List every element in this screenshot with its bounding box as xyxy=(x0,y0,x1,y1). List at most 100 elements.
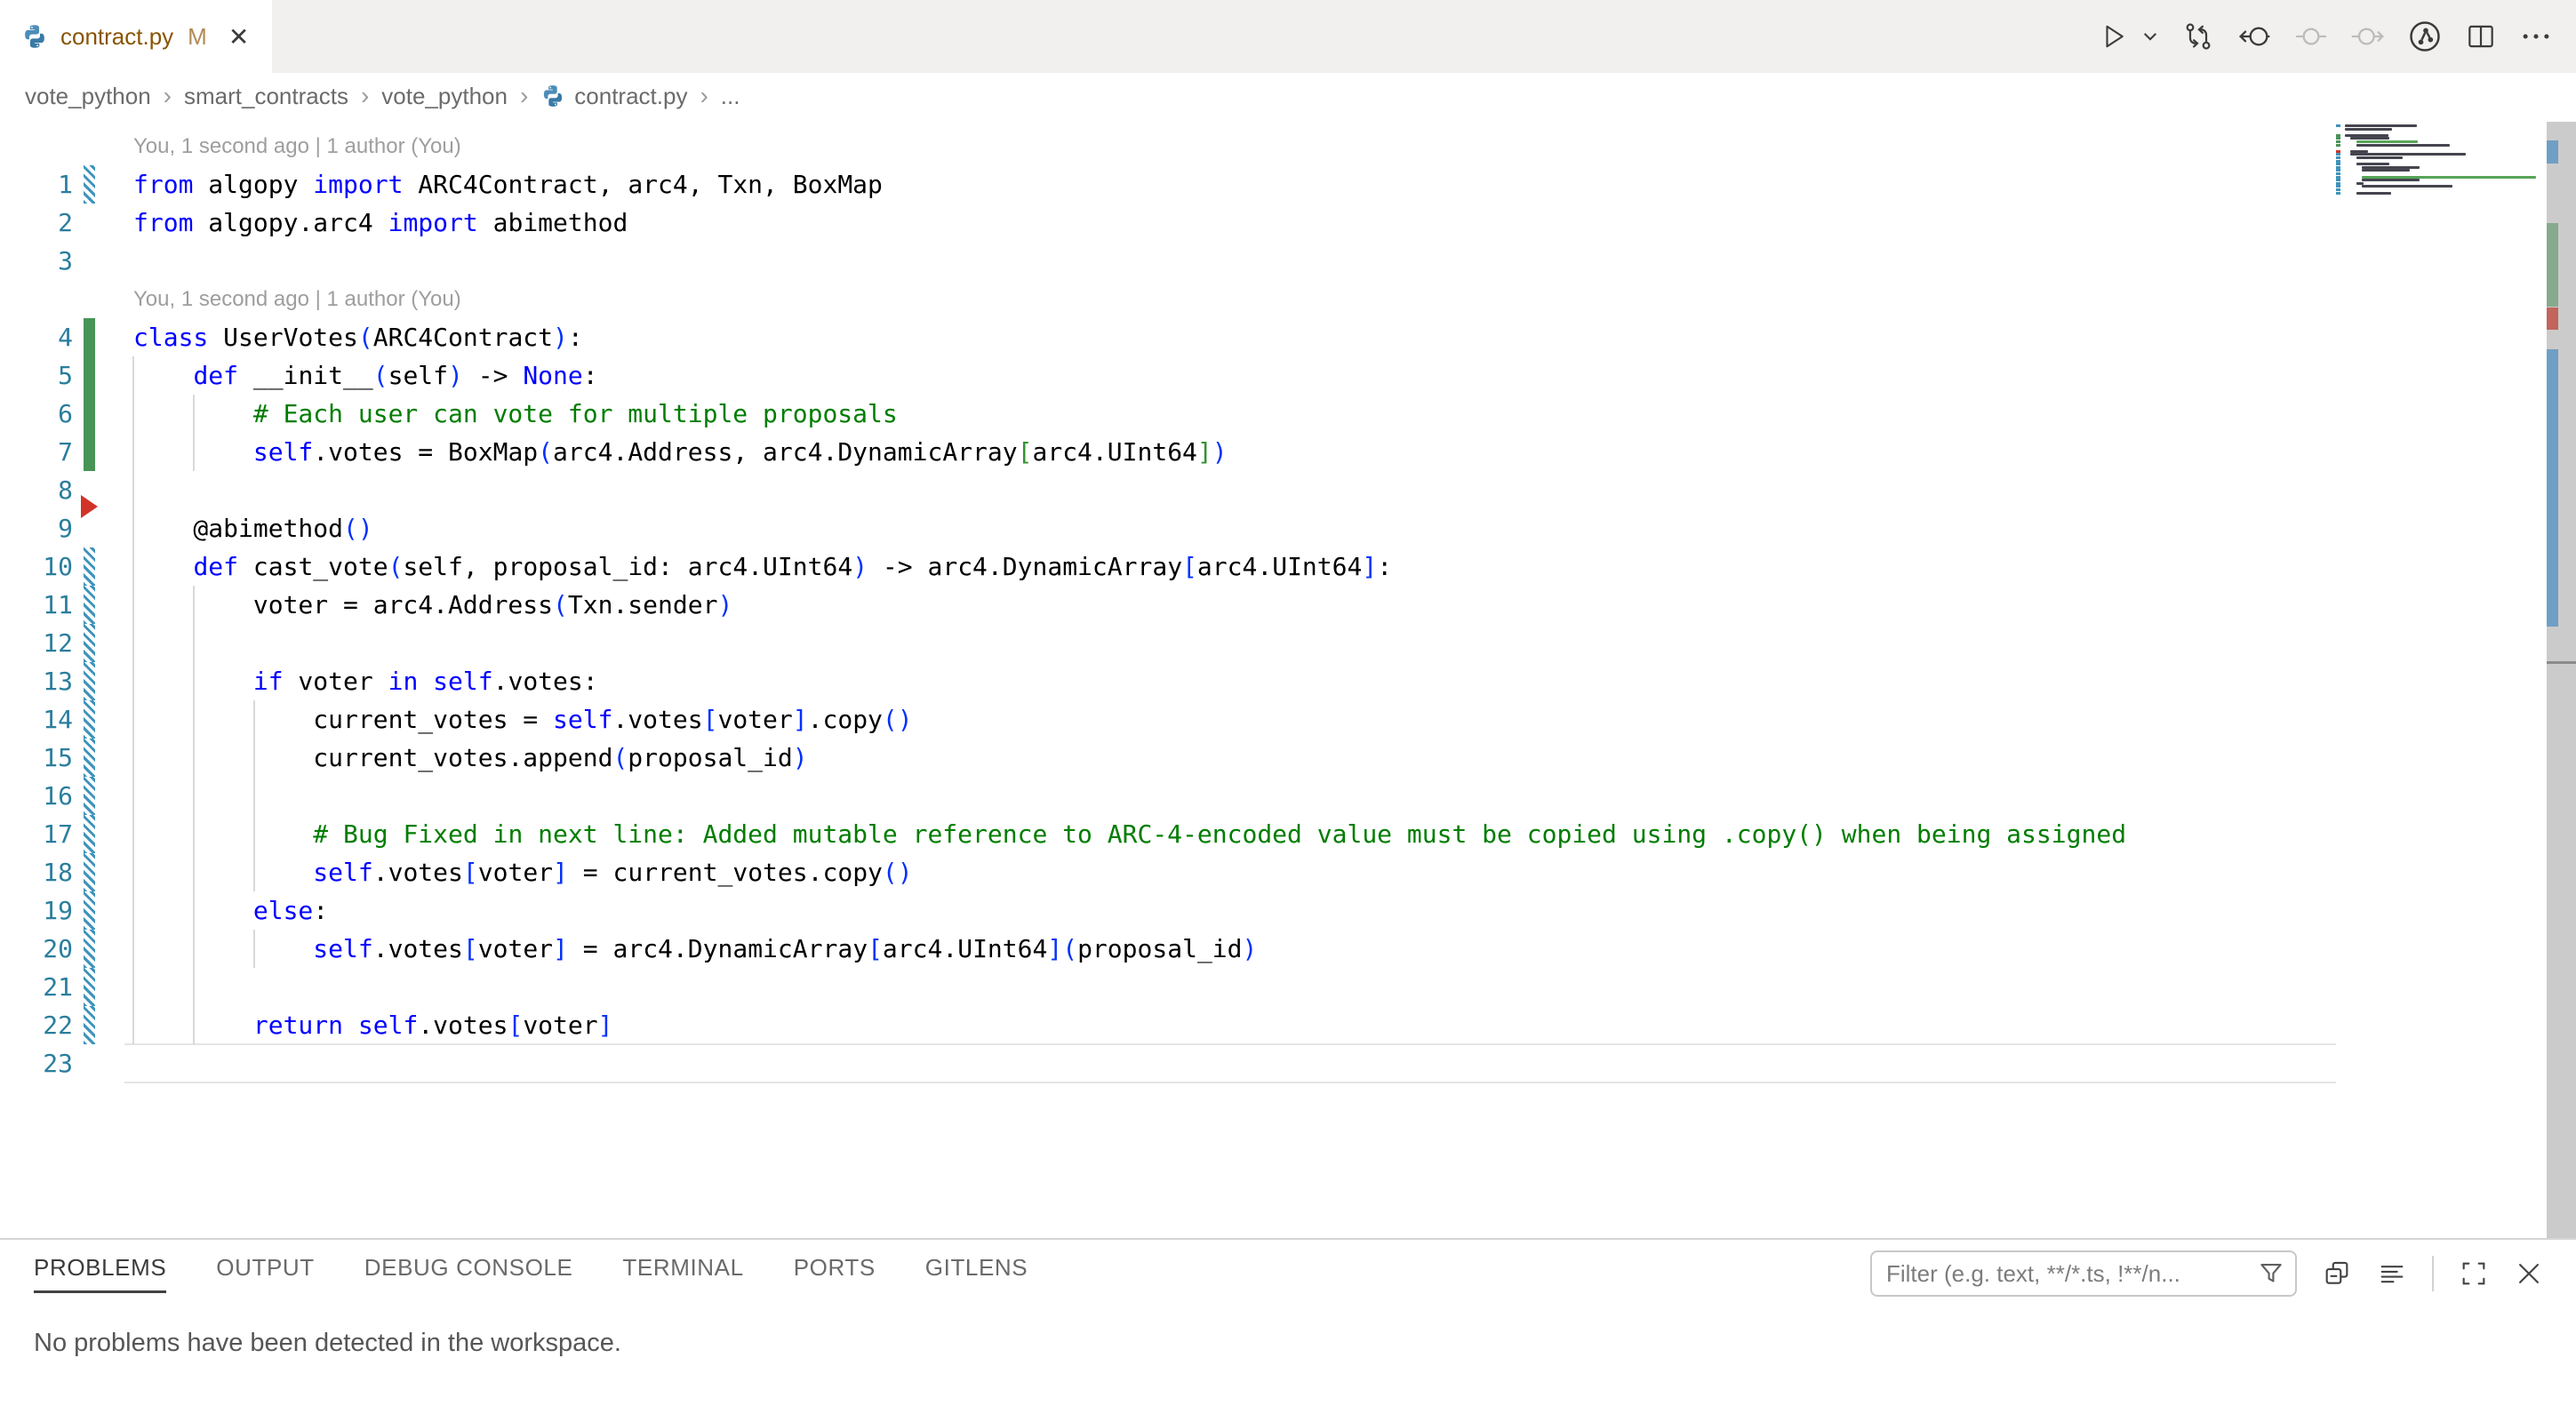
code-line[interactable]: 19 else: xyxy=(0,891,2336,930)
collapse-all-icon[interactable] xyxy=(2322,1258,2352,1289)
minimap-diff-mark xyxy=(2336,124,2340,127)
panel-tab-gitlens[interactable]: GITLENS xyxy=(925,1254,1028,1293)
gutter-diff-marker xyxy=(84,433,95,471)
code-line[interactable]: 8 xyxy=(0,471,2336,509)
gutter-diff-marker xyxy=(84,777,95,815)
code-line[interactable]: 7 self.votes = BoxMap(arc4.Address, arc4… xyxy=(0,433,2336,471)
code-editor[interactable]: You, 1 second ago | 1 author (You) 1 from … xyxy=(0,119,2576,1240)
minimap-code-line xyxy=(2350,150,2367,153)
maximize-panel-icon[interactable] xyxy=(2459,1258,2489,1289)
code-line[interactable]: 6 # Each user can vote for multiple prop… xyxy=(0,395,2336,433)
panel-tab-problems[interactable]: PROBLEMS xyxy=(34,1254,166,1293)
code-text: def __init__(self) -> None: xyxy=(133,356,598,395)
tab-close-icon[interactable]: ✕ xyxy=(228,22,249,52)
code-line[interactable]: 11 voter = arc4.Address(Txn.sender) xyxy=(0,586,2336,624)
breadcrumb-item[interactable]: ... xyxy=(721,83,740,110)
breadcrumb-item[interactable]: contract.py xyxy=(540,83,687,110)
code-line[interactable]: 5 def __init__(self) -> None: xyxy=(0,356,2336,395)
compare-changes-icon[interactable] xyxy=(2181,20,2215,53)
open-previous-change-icon[interactable] xyxy=(2236,19,2272,54)
bottom-panel: PROBLEMS OUTPUT DEBUG CONSOLE TERMINAL PORTS… xyxy=(0,1238,2576,1422)
panel-tab-output[interactable]: OUTPUT xyxy=(216,1254,314,1293)
run-dropdown-chevron-icon[interactable] xyxy=(2140,27,2160,46)
split-editor-icon[interactable] xyxy=(2464,20,2498,53)
code-text: else: xyxy=(133,891,328,930)
code-line[interactable]: 16 xyxy=(0,777,2336,815)
breadcrumb-item[interactable]: vote_python xyxy=(381,83,508,110)
gutter-diff-marker xyxy=(84,127,95,165)
blame-text: You, 1 second ago | 1 author (You) xyxy=(133,127,461,165)
overview-ruler-scrollbar[interactable] xyxy=(2547,122,2576,1240)
panel-tab-ports[interactable]: PORTS xyxy=(794,1254,876,1293)
code-line[interactable]: 3 xyxy=(0,242,2336,280)
breadcrumb: vote_python›smart_contracts›vote_python›… xyxy=(0,73,2576,119)
close-panel-icon[interactable] xyxy=(2514,1258,2544,1289)
code-text: current_votes.append(proposal_id) xyxy=(133,739,808,777)
indent-guide xyxy=(193,395,195,471)
code-text: from algopy import ARC4Contract, arc4, T… xyxy=(133,165,883,204)
code-line[interactable]: 10 def cast_vote(self, proposal_id: arc4… xyxy=(0,547,2336,586)
code-line[interactable]: 14 current_votes = self.votes[voter].cop… xyxy=(0,700,2336,739)
filter-input[interactable] xyxy=(1870,1250,2297,1297)
line-number: 2 xyxy=(0,204,73,242)
filter-icon[interactable] xyxy=(2256,1258,2286,1289)
minimap-code-line xyxy=(2350,153,2466,156)
code-line[interactable]: 23 xyxy=(0,1044,2336,1082)
indent-guide xyxy=(132,356,134,1044)
minimap[interactable] xyxy=(2336,124,2544,222)
line-number: 7 xyxy=(0,433,73,471)
line-number: 5 xyxy=(0,356,73,395)
minimap-diff-mark xyxy=(2336,137,2340,140)
code-text: # Bug Fixed in next line: Added mutable … xyxy=(133,815,2126,853)
minimap-code-line xyxy=(2350,137,2389,140)
code-line[interactable]: 2from algopy.arc4 import abimethod xyxy=(0,204,2336,242)
minimap-code-line xyxy=(2356,182,2364,185)
breadcrumb-separator-icon: › xyxy=(164,82,172,110)
code-line[interactable]: 21 xyxy=(0,968,2336,1006)
code-line[interactable]: 15 current_votes.append(proposal_id) xyxy=(0,739,2336,777)
breadcrumb-item[interactable]: vote_python xyxy=(25,83,151,110)
panel-tab-debug-console[interactable]: DEBUG CONSOLE xyxy=(364,1254,573,1293)
gutter-diff-marker xyxy=(84,280,95,318)
tab-modified-badge: M xyxy=(188,23,207,51)
run-button-icon[interactable] xyxy=(2098,20,2130,52)
more-actions-icon[interactable] xyxy=(2519,20,2553,53)
minimap-diff-mark xyxy=(2336,160,2340,163)
breadcrumb-item[interactable]: smart_contracts xyxy=(184,83,348,110)
code-line[interactable]: 4class UserVotes(ARC4Contract): xyxy=(0,318,2336,356)
tab-contract-py[interactable]: contract.py M ✕ xyxy=(0,0,272,73)
panel-toolbar xyxy=(1870,1250,2544,1297)
gitlens-graph-icon[interactable] xyxy=(2407,19,2443,54)
line-number: 3 xyxy=(0,242,73,280)
ruler-modified-mark xyxy=(2547,349,2558,627)
code-line[interactable]: 13 if voter in self.votes: xyxy=(0,662,2336,700)
code-line[interactable]: 1 from algopy import ARC4Contract, arc4, … xyxy=(0,165,2336,204)
indent-guide xyxy=(253,700,255,891)
line-number: 1 xyxy=(0,165,73,204)
line-number: 21 xyxy=(0,968,73,1006)
minimap-diff-mark xyxy=(2336,172,2340,175)
code-line[interactable]: 12 xyxy=(0,624,2336,662)
list-view-icon[interactable] xyxy=(2377,1258,2407,1289)
python-icon xyxy=(540,84,565,108)
minimap-diff-mark xyxy=(2336,150,2340,153)
line-number: 13 xyxy=(0,662,73,700)
gutter-diff-marker xyxy=(84,204,95,242)
deleted-lines-marker-icon xyxy=(81,495,98,518)
code-text: self.votes[voter] = arc4.DynamicArray[ar… xyxy=(133,930,1257,968)
minimap-code-line xyxy=(2362,166,2420,169)
code-line[interactable]: 22 return self.votes[voter] xyxy=(0,1006,2336,1044)
line-number: 16 xyxy=(0,777,73,815)
code-line[interactable]: 18 self.votes[voter] = current_votes.cop… xyxy=(0,853,2336,891)
gitlens-blame-annotation[interactable]: You, 1 second ago | 1 author (You) xyxy=(0,127,2336,165)
gitlens-blame-annotation[interactable]: You, 1 second ago | 1 author (You) xyxy=(0,280,2336,318)
minimap-code-line xyxy=(2356,192,2391,195)
panel-tab-terminal[interactable]: TERMINAL xyxy=(622,1254,743,1293)
minimap-code-line xyxy=(2362,185,2452,188)
code-line[interactable]: 9 @abimethod() xyxy=(0,509,2336,547)
ruler-deleted-mark xyxy=(2547,308,2558,330)
code-line[interactable]: 17 # Bug Fixed in next line: Added mutab… xyxy=(0,815,2336,853)
code-line[interactable]: 20 self.votes[voter] = arc4.DynamicArray… xyxy=(0,930,2336,968)
gutter-diff-marker xyxy=(84,700,95,739)
gutter-diff-marker xyxy=(84,662,95,700)
